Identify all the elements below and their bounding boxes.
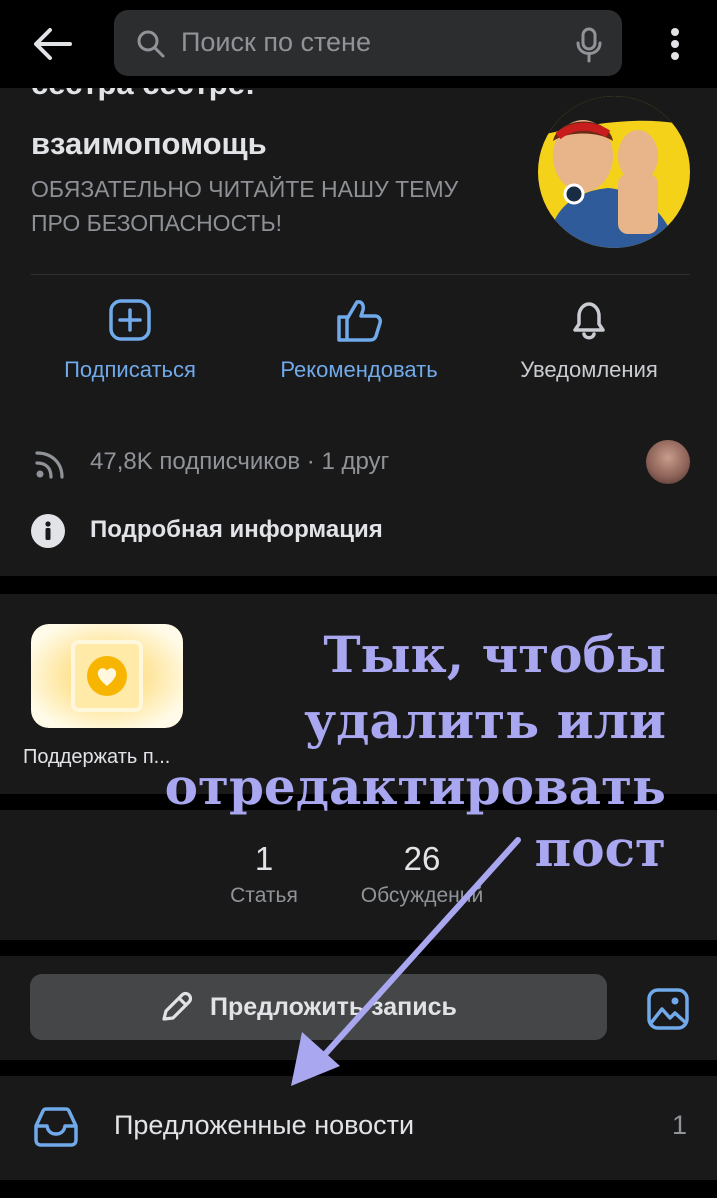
annotation-arrow (291, 837, 521, 1086)
